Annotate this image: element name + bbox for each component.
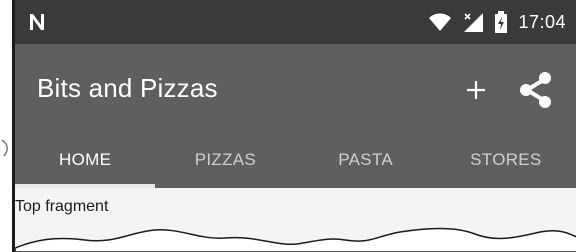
- fragment-label: Top fragment: [15, 198, 109, 215]
- tab-label: HOME: [59, 150, 112, 169]
- battery-icon: [495, 11, 508, 33]
- tab-stores[interactable]: STORES: [436, 132, 576, 188]
- tab-home[interactable]: HOME: [15, 132, 156, 188]
- status-bar: 17:04: [15, 0, 576, 44]
- app-title: Bits and Pizzas: [37, 73, 218, 103]
- notification-n-icon: [30, 14, 44, 30]
- cell-signal-icon: [464, 13, 484, 32]
- decorative-mark: [1, 139, 8, 157]
- tab-label: PIZZAS: [194, 150, 257, 169]
- share-icon: [520, 72, 551, 108]
- tab-label: PASTA: [338, 150, 393, 169]
- tab-pizzas[interactable]: PIZZAS: [155, 132, 295, 188]
- tab-label: STORES: [470, 150, 542, 169]
- add-button[interactable]: [456, 70, 496, 110]
- wifi-icon: [429, 13, 452, 31]
- torn-paper-edge: [15, 227, 576, 252]
- add-icon: [467, 81, 485, 99]
- tab-pasta[interactable]: PASTA: [296, 132, 436, 188]
- status-icons: 17:04: [428, 10, 566, 34]
- app-bar: Bits and Pizzas: [15, 44, 576, 132]
- content-area: Top fragment: [15, 188, 576, 252]
- status-time: 17:04: [518, 11, 566, 32]
- tab-bar: HOME PIZZAS PASTA STORES: [15, 132, 576, 188]
- share-button[interactable]: [514, 68, 558, 112]
- phone-screen: 17:04 Bits and Pizzas HOME PIZZAS PASTA …: [12, 0, 576, 252]
